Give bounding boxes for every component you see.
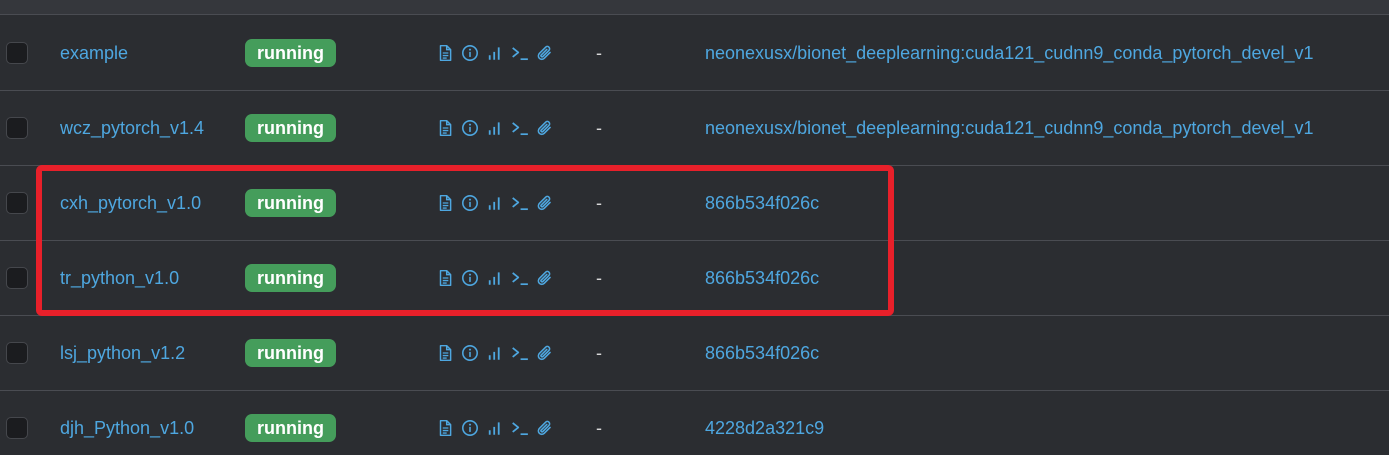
published-ports: - bbox=[596, 192, 602, 213]
status-badge: running bbox=[245, 414, 336, 442]
row-select-checkbox[interactable] bbox=[6, 417, 28, 439]
quick-actions bbox=[436, 119, 554, 137]
row-select-checkbox[interactable] bbox=[6, 42, 28, 64]
console-icon[interactable] bbox=[511, 194, 529, 212]
quick-actions bbox=[436, 194, 554, 212]
console-icon[interactable] bbox=[511, 44, 529, 62]
published-ports: - bbox=[596, 267, 602, 288]
stats-icon[interactable] bbox=[486, 419, 504, 437]
container-name-link[interactable]: wcz_pytorch_v1.4 bbox=[60, 118, 204, 139]
table-row: lsj_python_v1.2 running - 866b534f026c bbox=[0, 316, 1389, 391]
logs-icon[interactable] bbox=[436, 344, 454, 362]
table-row: wcz_pytorch_v1.4 running - neonexusx/bio… bbox=[0, 91, 1389, 166]
table-row: tr_python_v1.0 running - 866b534f026c bbox=[0, 241, 1389, 316]
inspect-icon[interactable] bbox=[461, 419, 479, 437]
logs-icon[interactable] bbox=[436, 119, 454, 137]
attach-icon[interactable] bbox=[536, 419, 554, 437]
attach-icon[interactable] bbox=[536, 119, 554, 137]
row-select-checkbox[interactable] bbox=[6, 117, 28, 139]
status-badge: running bbox=[245, 114, 336, 142]
quick-actions bbox=[436, 344, 554, 362]
stats-icon[interactable] bbox=[486, 119, 504, 137]
published-ports: - bbox=[596, 417, 602, 438]
table-header-strip bbox=[0, 0, 1389, 15]
logs-icon[interactable] bbox=[436, 194, 454, 212]
container-name-link[interactable]: lsj_python_v1.2 bbox=[60, 343, 185, 364]
logs-icon[interactable] bbox=[436, 419, 454, 437]
quick-actions bbox=[436, 419, 554, 437]
attach-icon[interactable] bbox=[536, 269, 554, 287]
inspect-icon[interactable] bbox=[461, 119, 479, 137]
stats-icon[interactable] bbox=[486, 194, 504, 212]
container-name-link[interactable]: djh_Python_v1.0 bbox=[60, 418, 194, 439]
console-icon[interactable] bbox=[511, 419, 529, 437]
published-ports: - bbox=[596, 342, 602, 363]
stats-icon[interactable] bbox=[486, 344, 504, 362]
container-name-link[interactable]: tr_python_v1.0 bbox=[60, 268, 179, 289]
image-link[interactable]: neonexusx/bionet_deeplearning:cuda121_cu… bbox=[705, 43, 1314, 64]
inspect-icon[interactable] bbox=[461, 269, 479, 287]
status-badge: running bbox=[245, 264, 336, 292]
containers-table: example running - neonexusx/bionet_deepl… bbox=[0, 0, 1389, 455]
image-link[interactable]: 4228d2a321c9 bbox=[705, 418, 824, 439]
console-icon[interactable] bbox=[511, 269, 529, 287]
status-badge: running bbox=[245, 39, 336, 67]
attach-icon[interactable] bbox=[536, 344, 554, 362]
inspect-icon[interactable] bbox=[461, 44, 479, 62]
console-icon[interactable] bbox=[511, 119, 529, 137]
attach-icon[interactable] bbox=[536, 44, 554, 62]
table-row: djh_Python_v1.0 running - 4228d2a321c9 bbox=[0, 391, 1389, 455]
image-link[interactable]: 866b534f026c bbox=[705, 268, 819, 289]
stats-icon[interactable] bbox=[486, 269, 504, 287]
attach-icon[interactable] bbox=[536, 194, 554, 212]
image-link[interactable]: 866b534f026c bbox=[705, 343, 819, 364]
logs-icon[interactable] bbox=[436, 44, 454, 62]
image-link[interactable]: 866b534f026c bbox=[705, 193, 819, 214]
container-name-link[interactable]: example bbox=[60, 43, 128, 64]
row-select-checkbox[interactable] bbox=[6, 342, 28, 364]
quick-actions bbox=[436, 44, 554, 62]
quick-actions bbox=[436, 269, 554, 287]
status-badge: running bbox=[245, 339, 336, 367]
status-badge: running bbox=[245, 189, 336, 217]
published-ports: - bbox=[596, 117, 602, 138]
console-icon[interactable] bbox=[511, 344, 529, 362]
inspect-icon[interactable] bbox=[461, 194, 479, 212]
table-row: cxh_pytorch_v1.0 running - 866b534f026c bbox=[0, 166, 1389, 241]
stats-icon[interactable] bbox=[486, 44, 504, 62]
container-name-link[interactable]: cxh_pytorch_v1.0 bbox=[60, 193, 201, 214]
row-select-checkbox[interactable] bbox=[6, 267, 28, 289]
image-link[interactable]: neonexusx/bionet_deeplearning:cuda121_cu… bbox=[705, 118, 1314, 139]
logs-icon[interactable] bbox=[436, 269, 454, 287]
table-row: example running - neonexusx/bionet_deepl… bbox=[0, 16, 1389, 91]
row-select-checkbox[interactable] bbox=[6, 192, 28, 214]
inspect-icon[interactable] bbox=[461, 344, 479, 362]
published-ports: - bbox=[596, 42, 602, 63]
